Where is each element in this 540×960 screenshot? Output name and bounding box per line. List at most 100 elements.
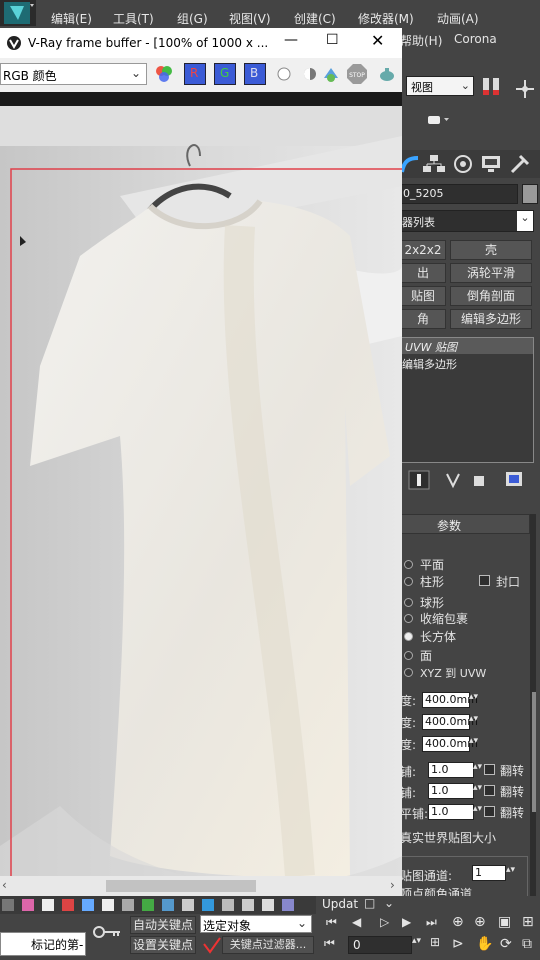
menu-corona[interactable]: Corona: [454, 32, 497, 46]
modifier-button-turbosmooth[interactable]: 涡轮平滑: [450, 263, 532, 283]
menu-create[interactable]: 创建(C): [294, 10, 336, 27]
object-color-swatch[interactable]: [522, 184, 538, 204]
marker-field[interactable]: 标记的第-: [0, 932, 86, 956]
menu-group[interactable]: 组(G): [177, 10, 208, 27]
tab-utilities[interactable]: [508, 154, 532, 174]
scroll-left-icon[interactable]: ‹: [2, 878, 7, 892]
play-icon[interactable]: ▷: [380, 915, 389, 929]
spinner-arrows-icon[interactable]: ▴▾: [469, 692, 478, 702]
u-tile-spinner[interactable]: 1.0: [428, 762, 474, 778]
collapse-icon[interactable]: ⌄: [384, 896, 394, 910]
object-name-field[interactable]: 0_5205: [400, 184, 518, 204]
v-flip-checkbox[interactable]: [484, 785, 495, 796]
spinner-arrows-icon[interactable]: ▴▾: [473, 762, 482, 772]
configure-sets-icon[interactable]: [504, 470, 524, 490]
modifier-button-extrude[interactable]: 出: [400, 263, 446, 283]
v-tile-spinner[interactable]: 1.0: [428, 783, 474, 799]
menu-animation[interactable]: 动画(A): [437, 10, 479, 27]
minimize-icon[interactable]: —: [284, 32, 298, 48]
zoom-icon[interactable]: ⊕: [452, 914, 464, 930]
map-channel-spinner[interactable]: 1: [472, 865, 506, 881]
panel-scrollbar-thumb[interactable]: [532, 692, 536, 812]
red-channel-button[interactable]: R: [184, 63, 206, 85]
spinner-arrows-icon[interactable]: ▴▾: [473, 783, 482, 793]
maximize-icon[interactable]: ☐: [326, 32, 339, 48]
menu-view[interactable]: 视图(V): [229, 10, 271, 27]
time-config-icon[interactable]: ⊞: [430, 935, 440, 949]
w-tile-spinner[interactable]: 1.0: [428, 804, 474, 820]
pan-icon[interactable]: ✋: [476, 936, 493, 952]
set-key-button[interactable]: 设置关键点: [130, 936, 196, 954]
next-frame-icon[interactable]: ▶: [402, 915, 411, 929]
auto-key-button[interactable]: 自动关键点: [130, 916, 196, 934]
menu-modifiers[interactable]: 修改器(M): [358, 10, 414, 27]
blue-channel-button[interactable]: B: [244, 63, 266, 85]
update-button[interactable]: Updat: [322, 897, 358, 911]
menu-tools[interactable]: 工具(T): [113, 10, 154, 27]
alpha-channel-icon[interactable]: [276, 66, 292, 82]
u-flip-checkbox[interactable]: [484, 764, 495, 775]
key-icon[interactable]: [92, 922, 122, 942]
real-world-map-size-label[interactable]: 真实世界贴图大小: [400, 829, 496, 846]
goto-start-icon[interactable]: ⏮: [326, 915, 337, 930]
modifier-button-chamfer[interactable]: 角: [400, 309, 446, 329]
scroll-right-icon[interactable]: ›: [390, 878, 395, 892]
channel-select[interactable]: RGB 颜色 ⌄: [0, 63, 147, 85]
height-spinner[interactable]: 400.0mm: [422, 736, 478, 752]
stack-item-uvw[interactable]: UVW 贴图: [401, 338, 533, 354]
length-spinner[interactable]: 400.0mm: [422, 692, 478, 708]
stack-item-edit-poly[interactable]: 编辑多边形: [401, 355, 533, 371]
radio-shrink-wrap[interactable]: [404, 614, 413, 623]
modifier-button-uvw-map[interactable]: 贴图: [400, 286, 446, 306]
tab-motion[interactable]: [452, 154, 474, 174]
menu-edit[interactable]: 编辑(E): [51, 10, 92, 27]
spinner-arrows-icon[interactable]: ▴▾: [473, 804, 482, 814]
goto-end-icon[interactable]: ⏭: [426, 915, 437, 930]
width-spinner[interactable]: 400.0mm: [422, 714, 478, 730]
orbit-icon[interactable]: ⟳: [500, 936, 512, 952]
max-logo[interactable]: [0, 0, 36, 26]
tab-hierarchy[interactable]: [422, 154, 446, 174]
menu-help[interactable]: 帮助(H): [400, 32, 442, 49]
modifier-button-shell[interactable]: 壳: [450, 240, 532, 260]
color-corrections-icon[interactable]: [154, 64, 174, 84]
parameters-rollout-header[interactable]: 参数: [400, 514, 530, 534]
cap-checkbox[interactable]: [479, 575, 490, 586]
maximize-viewport-icon[interactable]: ⧉: [522, 936, 532, 952]
spinner-arrows-icon[interactable]: ▴▾: [469, 714, 478, 724]
magnet-icon[interactable]: [480, 76, 504, 98]
key-mode-icon[interactable]: ⏮: [324, 936, 335, 951]
modifier-button-ffd[interactable]: 2x2x2: [400, 240, 446, 260]
selection-set-select[interactable]: 选定对象 ⌄: [200, 915, 312, 933]
view-select[interactable]: 视图 ⌄: [406, 76, 474, 96]
scrollbar-thumb[interactable]: [106, 880, 256, 892]
close-icon[interactable]: ✕: [371, 31, 384, 50]
current-frame-field[interactable]: 0: [348, 936, 412, 954]
move-axis-icon[interactable]: [512, 78, 538, 100]
spinner-arrows-icon[interactable]: ▴▾: [469, 736, 478, 746]
radio-xyz-to-uvw[interactable]: [404, 668, 413, 677]
window-icon[interactable]: □: [364, 896, 375, 910]
field-of-view-icon[interactable]: ⊳: [452, 936, 464, 952]
pin-stack-icon[interactable]: [408, 470, 430, 490]
key-filters-button[interactable]: 关键点过滤器...: [222, 936, 314, 954]
spinner-arrows-icon[interactable]: ▴▾: [506, 865, 515, 875]
radio-planar[interactable]: [404, 560, 413, 569]
radio-spherical[interactable]: [404, 598, 413, 607]
radio-box[interactable]: [404, 632, 413, 641]
display-dropdown[interactable]: [428, 114, 449, 126]
modifier-button-bevel-profile[interactable]: 倒角剖面: [450, 286, 532, 306]
modifier-list-dropdown[interactable]: 器列表 ⌄: [400, 210, 534, 232]
spinner-arrows-icon[interactable]: ▴▾: [412, 936, 421, 946]
radio-face[interactable]: [404, 651, 413, 660]
show-end-result-icon[interactable]: [444, 470, 462, 490]
radio-cylindrical[interactable]: [404, 577, 413, 586]
modifier-button-edit-poly[interactable]: 编辑多边形: [450, 309, 532, 329]
tab-modify[interactable]: [400, 154, 420, 174]
monochrome-icon[interactable]: [302, 66, 318, 82]
stop-render-icon[interactable]: STOP: [346, 63, 368, 85]
render-region-icon[interactable]: [320, 64, 342, 84]
zoom-extents-icon[interactable]: ▣: [498, 914, 511, 930]
zoom-all-icon[interactable]: ⊕: [474, 914, 486, 930]
remove-modifier-icon[interactable]: [470, 470, 488, 490]
